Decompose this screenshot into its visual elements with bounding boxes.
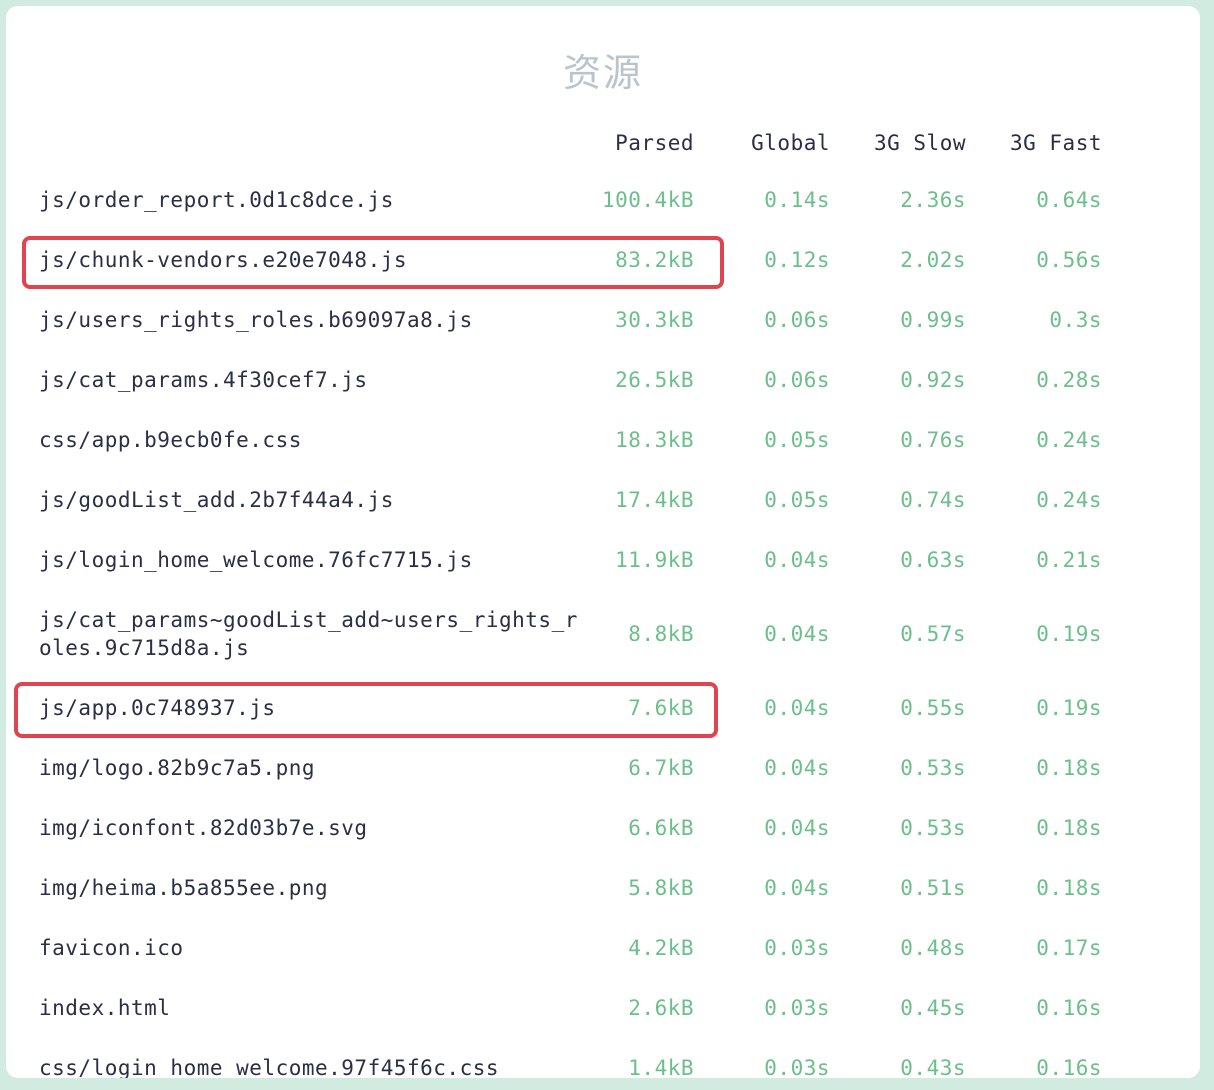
3g-fast-time: 0.24s: [1036, 488, 1102, 512]
parsed-size: 2.6kB: [628, 996, 694, 1020]
parsed-size: 1.4kB: [628, 1056, 694, 1078]
3g-fast-time: 0.16s: [1036, 1056, 1102, 1078]
resource-name: favicon.ico: [39, 936, 184, 960]
parsed-size: 5.8kB: [628, 876, 694, 900]
parsed-size: 6.6kB: [628, 816, 694, 840]
global-time: 0.04s: [764, 756, 830, 780]
resource-name: js/login_home_welcome.76fc7715.js: [39, 548, 473, 572]
parsed-size: 8.8kB: [628, 622, 694, 646]
3g-slow-time: 0.43s: [900, 1056, 966, 1078]
parsed-size: 18.3kB: [615, 428, 694, 452]
3g-fast-time: 0.64s: [1036, 188, 1102, 212]
3g-slow-time: 0.63s: [900, 548, 966, 572]
column-header-3g-slow[interactable]: 3G Slow: [842, 128, 966, 158]
global-time: 0.12s: [764, 248, 830, 272]
parsed-size: 17.4kB: [615, 488, 694, 512]
resources-panel: 资源 Parsed Global 3G Slow 3G Fast js/orde…: [6, 6, 1200, 1078]
resource-name: index.html: [39, 996, 171, 1020]
resource-name: img/logo.82b9c7a5.png: [39, 756, 316, 780]
parsed-size: 4.2kB: [628, 936, 694, 960]
parsed-size: 26.5kB: [615, 368, 694, 392]
3g-fast-time: 0.24s: [1036, 428, 1102, 452]
global-time: 0.06s: [764, 308, 830, 332]
3g-slow-time: 0.45s: [900, 996, 966, 1020]
resource-name: js/users_rights_roles.b69097a8.js: [39, 308, 473, 332]
resource-name: js/app.0c748937.js: [39, 696, 276, 720]
resource-name: css/app.b9ecb0fe.css: [39, 428, 302, 452]
global-time: 0.03s: [764, 996, 830, 1020]
3g-slow-time: 0.53s: [900, 756, 966, 780]
3g-slow-time: 0.57s: [900, 622, 966, 646]
3g-fast-time: 0.28s: [1036, 368, 1102, 392]
global-time: 0.03s: [764, 1056, 830, 1078]
column-header-parsed[interactable]: Parsed: [566, 128, 694, 158]
global-time: 0.04s: [764, 876, 830, 900]
global-time: 0.05s: [764, 428, 830, 452]
3g-slow-time: 0.48s: [900, 936, 966, 960]
parsed-size: 100.4kB: [601, 188, 694, 212]
column-header-global[interactable]: Global: [706, 128, 830, 158]
global-time: 0.04s: [764, 622, 830, 646]
global-time: 0.03s: [764, 936, 830, 960]
3g-slow-time: 0.55s: [900, 696, 966, 720]
3g-fast-time: 0.18s: [1036, 816, 1102, 840]
3g-fast-time: 0.19s: [1036, 622, 1102, 646]
parsed-size: 7.6kB: [628, 696, 694, 720]
3g-fast-time: 0.3s: [1049, 308, 1102, 332]
panel-title: 资源: [562, 51, 643, 95]
resource-name: img/iconfont.82d03b7e.svg: [39, 816, 368, 840]
resource-name: js/chunk-vendors.e20e7048.js: [39, 248, 408, 272]
parsed-size: 6.7kB: [628, 756, 694, 780]
3g-slow-time: 0.99s: [900, 308, 966, 332]
resource-name: css/login_home_welcome.97f45f6c.css: [39, 1056, 500, 1078]
global-time: 0.14s: [764, 188, 830, 212]
3g-slow-time: 0.76s: [900, 428, 966, 452]
3g-fast-time: 0.21s: [1036, 548, 1102, 572]
3g-fast-time: 0.16s: [1036, 996, 1102, 1020]
resource-name: img/heima.b5a855ee.png: [39, 876, 329, 900]
3g-slow-time: 0.53s: [900, 816, 966, 840]
resource-name: js/cat_params.4f30cef7.js: [39, 368, 368, 392]
column-header-3g-fast[interactable]: 3G Fast: [978, 128, 1102, 158]
3g-fast-time: 0.18s: [1036, 876, 1102, 900]
3g-fast-time: 0.17s: [1036, 936, 1102, 960]
3g-slow-time: 0.74s: [900, 488, 966, 512]
resource-name: js/goodList_add.2b7f44a4.js: [39, 488, 394, 512]
global-time: 0.05s: [764, 488, 830, 512]
3g-fast-time: 0.19s: [1036, 696, 1102, 720]
parsed-size: 30.3kB: [615, 308, 694, 332]
global-time: 0.04s: [764, 696, 830, 720]
global-time: 0.04s: [764, 816, 830, 840]
global-time: 0.04s: [764, 548, 830, 572]
3g-fast-time: 0.18s: [1036, 756, 1102, 780]
3g-slow-time: 2.36s: [900, 188, 966, 212]
resource-name: js/cat_params~goodList_add~users_rights_…: [39, 608, 578, 660]
parsed-size: 11.9kB: [615, 548, 694, 572]
global-time: 0.06s: [764, 368, 830, 392]
resource-name: js/order_report.0d1c8dce.js: [39, 188, 394, 212]
3g-slow-time: 2.02s: [900, 248, 966, 272]
3g-slow-time: 0.51s: [900, 876, 966, 900]
parsed-size: 83.2kB: [615, 248, 694, 272]
3g-slow-time: 0.92s: [900, 368, 966, 392]
3g-fast-time: 0.56s: [1036, 248, 1102, 272]
